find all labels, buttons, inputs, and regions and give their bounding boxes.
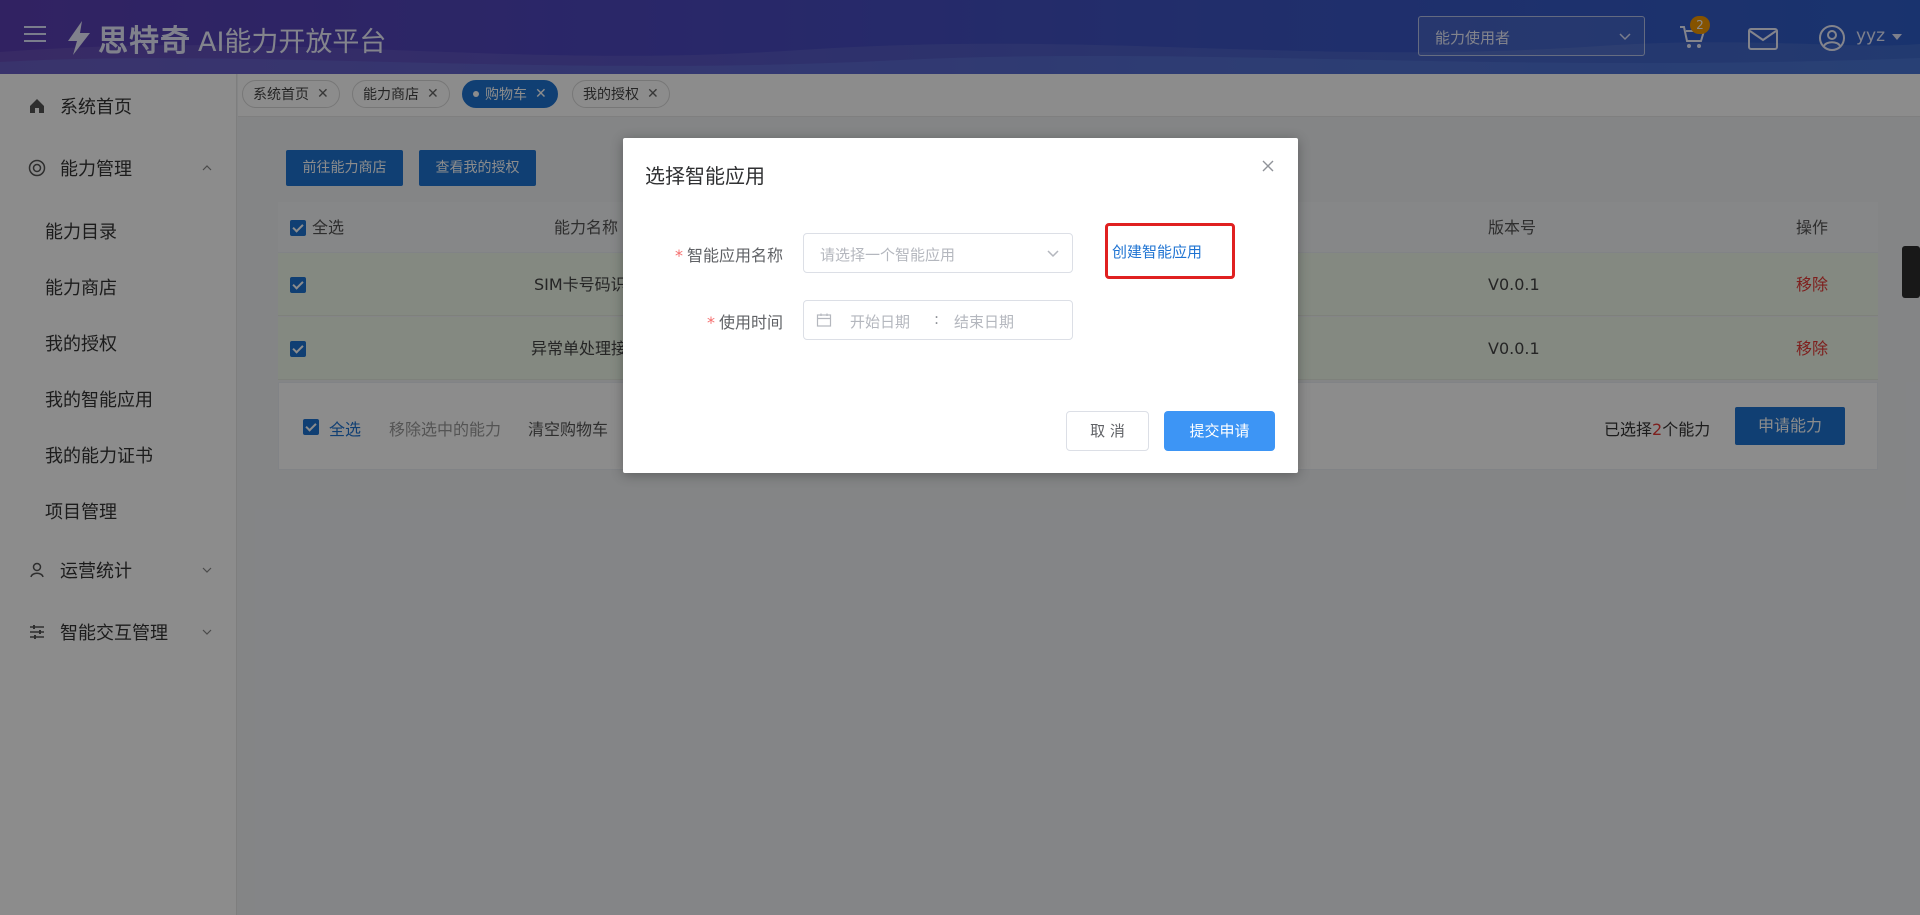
end-date-input[interactable]: 结束日期 [954,311,1014,332]
app-name-label: * 智能应用名称 [623,242,783,266]
chevron-down-icon [1047,250,1059,258]
submit-application-button[interactable]: 提交申请 [1164,411,1275,451]
close-icon[interactable] [1260,158,1276,174]
dialog-title: 选择智能应用 [645,164,765,188]
date-separator: : [934,310,940,328]
date-range-picker[interactable]: 开始日期 : 结束日期 [803,300,1073,340]
smart-app-select-placeholder: 请选择一个智能应用 [820,246,956,264]
usage-time-label: * 使用时间 [623,309,783,333]
usage-time-label-text: 使用时间 [718,313,783,332]
required-asterisk: * [706,313,715,332]
create-smart-app-link-text: 创建智能应用 [1112,243,1203,261]
select-smart-app-dialog: 选择智能应用 * 智能应用名称 请选择一个智能应用 创建智能应用 * 使用时间 开始… [623,138,1298,473]
app-name-label-text: 智能应用名称 [686,246,783,265]
smart-app-select[interactable]: 请选择一个智能应用 [803,233,1073,273]
create-smart-app-link[interactable]: 创建智能应用 [1105,223,1235,279]
required-asterisk: * [674,246,683,265]
start-date-input[interactable]: 开始日期 [850,311,910,332]
cancel-button[interactable]: 取 消 [1066,411,1149,451]
calendar-icon [816,313,832,327]
